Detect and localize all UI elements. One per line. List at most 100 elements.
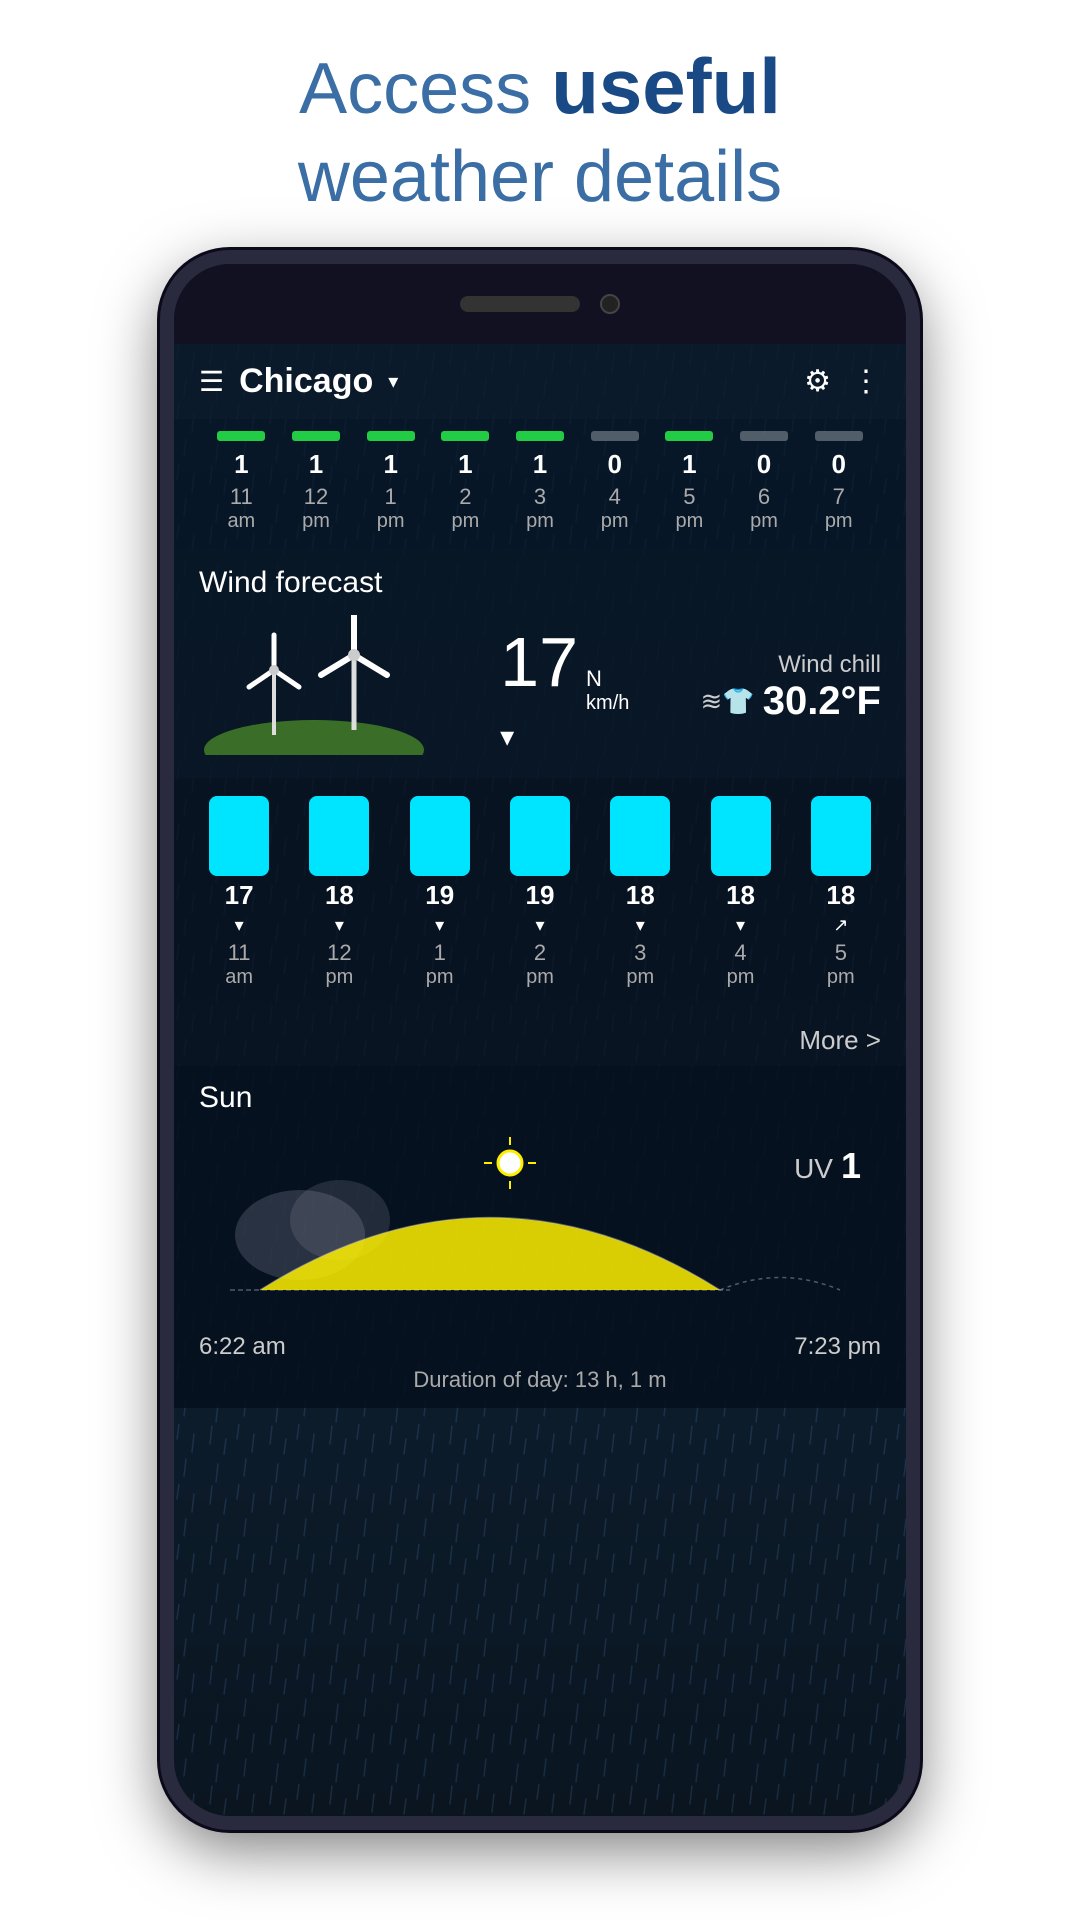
precip-time-9: 7pm — [801, 484, 876, 533]
precip-val-1: 1 — [204, 449, 279, 480]
precip-bar-1 — [204, 431, 279, 441]
wind-item-7: 18 ↗ 5 pm — [791, 796, 891, 989]
wind-speed-number: 17 — [500, 622, 578, 702]
speaker-grille — [460, 296, 580, 312]
wind-item-time-4: 2 pm — [526, 940, 554, 989]
precip-time-4: 2pm — [428, 484, 503, 533]
precip-val-8: 0 — [727, 449, 802, 480]
wind-bar-box-1 — [209, 796, 269, 876]
wind-item-time-2: 12 pm — [326, 940, 354, 989]
settings-icon[interactable]: ⚙ — [804, 364, 831, 399]
wind-forecast-section: Wind forecast — [174, 548, 906, 778]
sun-title: Sun — [199, 1081, 881, 1115]
more-options-icon[interactable]: ⋮ — [851, 364, 881, 399]
wind-item-speed-3: 19 — [425, 880, 454, 911]
precip-bar-5 — [503, 431, 578, 441]
sun-duration: Duration of day: 13 h, 1 m — [199, 1367, 881, 1393]
uv-label: UV — [794, 1153, 833, 1185]
wind-item-time-1: 11 am — [225, 940, 253, 989]
power-button[interactable] — [910, 524, 920, 624]
wind-item-5: 18 ▾ 3 pm — [590, 796, 690, 989]
wind-item-arrow-2: ▾ — [335, 915, 344, 936]
sun-times: 6:22 am 7:23 pm — [199, 1333, 881, 1361]
precip-val-7: 1 — [652, 449, 727, 480]
phone-top-bar — [174, 264, 906, 344]
wind-direction-arrow: ▾ — [500, 720, 514, 753]
phone-screen: ☰ Chicago ▾ ⚙ ⋮ 1 — [174, 344, 906, 1816]
wind-chill-display: ≋👕 30.2°F — [701, 679, 881, 724]
uv-value: 1 — [841, 1145, 861, 1187]
wind-item-speed-4: 19 — [526, 880, 555, 911]
precip-bar-8 — [727, 431, 802, 441]
volume-down-button[interactable] — [160, 564, 170, 644]
wind-bar-box-5 — [610, 796, 670, 876]
wind-bar-box-6 — [711, 796, 771, 876]
precip-time-7: 5pm — [652, 484, 727, 533]
wind-item-time-5: 3 pm — [626, 940, 654, 989]
precip-val-4: 1 — [428, 449, 503, 480]
wind-item-speed-7: 18 — [826, 880, 855, 911]
dropdown-arrow-icon[interactable]: ▾ — [388, 369, 398, 394]
precip-bar-6 — [577, 431, 652, 441]
wind-item-time-6: 4 pm — [727, 940, 755, 989]
sun-section: Sun — [174, 1066, 906, 1408]
precip-bar-2 — [279, 431, 354, 441]
header-weather-details: weather details — [298, 134, 782, 220]
city-name[interactable]: Chicago — [239, 362, 373, 401]
precip-val-3: 1 — [353, 449, 428, 480]
phone-frame: ☰ Chicago ▾ ⚙ ⋮ 1 — [160, 250, 920, 1830]
more-button[interactable]: More > — [799, 1025, 881, 1056]
wind-chill-temperature: 30.2°F — [763, 679, 881, 724]
header-access: Access — [299, 49, 551, 129]
wind-item-time-3: 1 pm — [426, 940, 454, 989]
wind-direction: N — [586, 666, 602, 692]
wind-item-speed-6: 18 — [726, 880, 755, 911]
sunrise-time: 6:22 am — [199, 1333, 286, 1361]
wind-item-arrow-3: ▾ — [435, 915, 444, 936]
page-header: Access useful weather details — [298, 40, 782, 220]
precip-bar-3 — [353, 431, 428, 441]
precip-bar-4 — [428, 431, 503, 441]
menu-icon[interactable]: ☰ — [199, 365, 224, 398]
nav-bar: ☰ Chicago ▾ ⚙ ⋮ — [174, 344, 906, 419]
precip-time-1: 11am — [204, 484, 279, 533]
wind-item-6: 18 ▾ 4 pm — [690, 796, 790, 989]
wind-speed-display: 17 N km/h — [500, 622, 629, 715]
wind-item-2: 18 ▾ 12 pm — [289, 796, 389, 989]
header-useful: useful — [551, 42, 781, 130]
wind-chill-icon: ≋👕 — [701, 686, 755, 717]
wind-bar-box-7 — [811, 796, 871, 876]
wind-bar-box-3 — [410, 796, 470, 876]
wind-bar-box-4 — [510, 796, 570, 876]
wind-item-1: 17 ▾ 11 am — [189, 796, 289, 989]
wind-item-arrow-4: ▾ — [535, 915, 544, 936]
precip-time-6: 4pm — [577, 484, 652, 533]
precip-val-6: 0 — [577, 449, 652, 480]
wind-forecast-title: Wind forecast — [199, 566, 881, 600]
wind-speed-area: 17 N km/h ▾ — [500, 622, 629, 753]
wind-content: 17 N km/h ▾ Wind chill ≋👕 30.2°F — [199, 615, 881, 760]
nav-right: ⚙ ⋮ — [804, 364, 881, 399]
precip-bar-7 — [652, 431, 727, 441]
wind-item-speed-1: 17 — [225, 880, 254, 911]
volume-up-button[interactable] — [160, 484, 170, 544]
wind-item-speed-2: 18 — [325, 880, 354, 911]
precip-bar-9 — [801, 431, 876, 441]
wind-chill-area: Wind chill ≋👕 30.2°F — [701, 651, 881, 724]
wind-unit: km/h — [586, 692, 629, 715]
sunset-time: 7:23 pm — [794, 1333, 881, 1361]
wind-item-3: 19 ▾ 1 pm — [390, 796, 490, 989]
wind-item-arrow-7: ↗ — [833, 915, 848, 936]
wind-chill-label: Wind chill — [778, 651, 881, 679]
turbines-area — [199, 615, 429, 760]
nav-left: ☰ Chicago ▾ — [199, 362, 398, 401]
precip-time-2: 12pm — [279, 484, 354, 533]
wind-item-arrow-5: ▾ — [636, 915, 645, 936]
uv-badge: UV 1 — [794, 1145, 861, 1187]
wind-item-arrow-6: ▾ — [736, 915, 745, 936]
precip-values-row: 1 1 1 1 1 0 1 0 0 — [194, 449, 886, 480]
precip-val-2: 1 — [279, 449, 354, 480]
precip-times-row: 11am 12pm 1pm 2pm 3pm 4pm 5pm 6pm 7pm — [194, 484, 886, 533]
wind-bars-section: 17 ▾ 11 am 18 ▾ 12 pm — [174, 778, 906, 1015]
turbines-svg — [199, 615, 429, 755]
